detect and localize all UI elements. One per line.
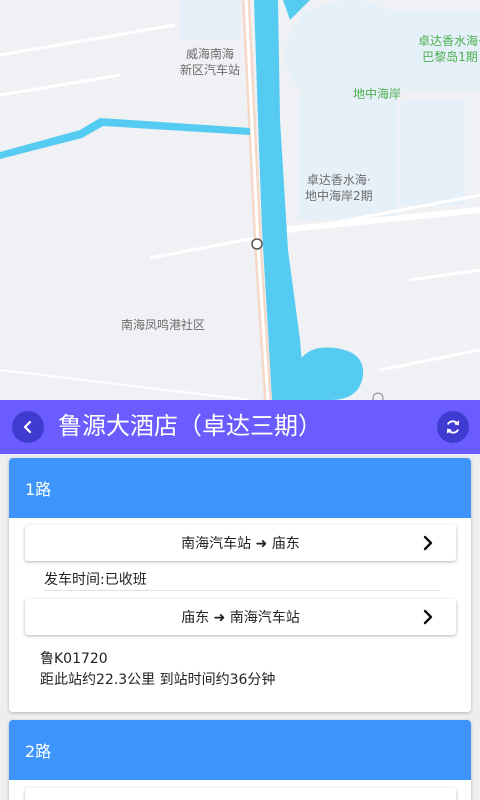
route-card-1: 1路 南海汽车站 ➜ 庙东 发车时间:已收班 庙东 ➜ 南海汽车站 鲁K0172… <box>9 458 471 712</box>
direction-label: 南海汽车站 ➜ 庙东 <box>181 536 300 552</box>
map-label-zhuoda-dizhonghai2: 卓达香水海· 地中海岸2期 <box>305 173 373 203</box>
refresh-button[interactable] <box>437 411 469 443</box>
back-button[interactable] <box>12 411 44 443</box>
direction-row-3[interactable] <box>25 788 456 800</box>
title-bar: 鲁源大酒店（卓达三期） <box>0 400 480 454</box>
map-label-dizhonghai: 地中海岸 <box>353 87 402 101</box>
direction-row-2[interactable]: 庙东 ➜ 南海汽车站 <box>25 599 456 635</box>
bus-distance: 距此站约22.3公里 到站时间约36分钟 <box>40 672 276 688</box>
map-label-zhuoda-bali: 卓达香水海· 巴黎岛1期 <box>418 34 480 64</box>
direction-row-1[interactable]: 南海汽车站 ➜ 庙东 <box>25 525 456 561</box>
chevron-right-icon <box>423 535 433 551</box>
route-card-2: 2路 <box>9 720 471 800</box>
departure-status: 发车时间:已收班 <box>44 572 147 588</box>
chevron-left-icon <box>23 420 32 434</box>
bus-plate: 鲁K01720 <box>40 651 108 667</box>
route-name-2[interactable]: 2路 <box>9 720 471 780</box>
map-label-nanhai-community: 南海凤鸣港社区 <box>121 318 206 332</box>
route-name-1[interactable]: 1路 <box>9 458 471 518</box>
map-label-weihai-station: 威海南海 新区汽车站 <box>180 47 241 77</box>
direction-label: 庙东 ➜ 南海汽车站 <box>181 610 300 626</box>
page-title: 鲁源大酒店（卓达三期） <box>58 412 322 440</box>
chevron-right-icon <box>423 609 433 625</box>
refresh-icon <box>446 420 460 434</box>
divider <box>44 590 440 591</box>
map-view[interactable]: 威海南海 新区汽车站 卓达香水海· 巴黎岛1期 地中海岸 卓达香水海· 地中海岸… <box>0 0 480 400</box>
